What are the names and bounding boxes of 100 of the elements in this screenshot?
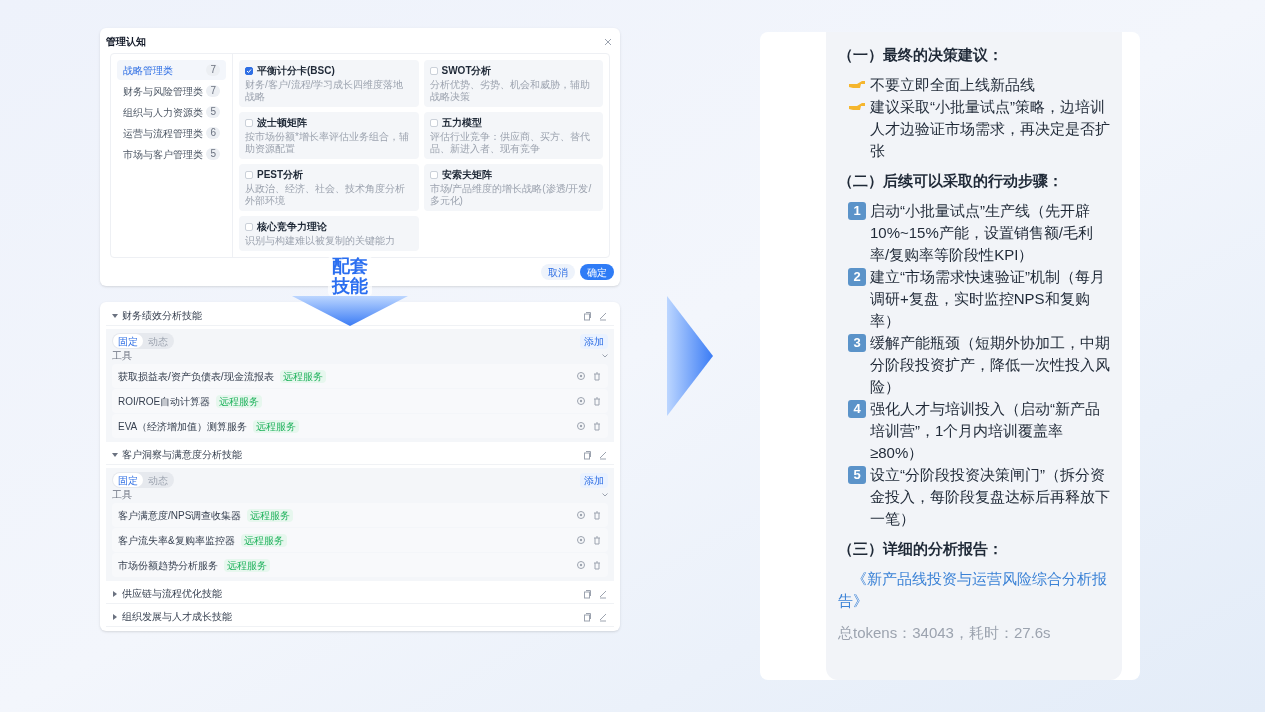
tool-row[interactable]: 获取损益表/资产负债表/现金流报表 远程服务 bbox=[112, 364, 608, 388]
model-name: 波士顿矩阵 bbox=[257, 116, 307, 129]
model-name: SWOT分析 bbox=[441, 64, 492, 77]
service-tag: 远程服务 bbox=[247, 508, 294, 522]
confirm-button[interactable]: 确定 bbox=[580, 264, 614, 280]
tool-row[interactable]: 客户满意度/NPS调查收集器 远程服务 bbox=[112, 503, 608, 527]
tool-row[interactable]: 客户流失率&复购率监控器 远程服务 bbox=[112, 528, 608, 552]
model-name: PEST分析 bbox=[257, 168, 304, 181]
number-badge: 4 bbox=[848, 400, 866, 418]
model-card[interactable]: 波士顿矩阵 按市场份额*增长率评估业务组合，辅助资源配置 bbox=[239, 112, 419, 159]
edit-icon bbox=[598, 611, 608, 622]
tool-name: 市场份额趋势分析服务 bbox=[118, 558, 218, 573]
model-card[interactable]: 安索夫矩阵 市场/产品维度的增长战略(渗透/开发/多元化) bbox=[423, 164, 603, 211]
step-text: 建立“市场需求快速验证”机制（每月调研+复盘，实时监控NPS和复购率） bbox=[870, 267, 1106, 331]
count-badge: 6 bbox=[206, 127, 220, 139]
model-card[interactable]: 平衡计分卡(BSC) 财务/客户/流程/学习成长四维度落地战略 bbox=[239, 60, 419, 107]
model-name: 平衡计分卡(BSC) bbox=[257, 64, 335, 77]
tool-row[interactable]: ROI/ROE自动计算器 远程服务 bbox=[112, 389, 608, 413]
model-card[interactable]: SWOT分析 分析优势、劣势、机会和威胁，辅助战略决策 bbox=[423, 60, 603, 107]
skill-title: 组织发展与人才成长技能 bbox=[122, 610, 232, 624]
section-label: 工具 bbox=[112, 489, 132, 501]
model-name: 核心竞争力理论 bbox=[257, 220, 327, 233]
caret-icon[interactable] bbox=[112, 451, 118, 458]
delete-button[interactable] bbox=[592, 371, 602, 381]
recommendation-text: 不要立即全面上线新品线 bbox=[870, 75, 1035, 95]
count-badge: 7 bbox=[206, 64, 220, 76]
delete-button[interactable] bbox=[592, 421, 602, 431]
copy-button[interactable] bbox=[582, 310, 592, 321]
mode-tab[interactable]: 固定 bbox=[113, 334, 143, 348]
step-text: 强化人才与培训投入（启动“新产品培训营”，1个月内培训覆盖率≥80%） bbox=[870, 399, 1101, 463]
category-item[interactable]: 运营与流程管理类 6 bbox=[117, 123, 226, 143]
copy-icon bbox=[582, 611, 592, 622]
caret-icon[interactable] bbox=[112, 590, 118, 597]
caret-icon[interactable] bbox=[112, 613, 118, 620]
number-badge: 3 bbox=[848, 334, 866, 352]
delete-icon bbox=[592, 396, 602, 406]
chevron-icon bbox=[602, 354, 608, 358]
delete-icon bbox=[592, 371, 602, 381]
service-tag: 远程服务 bbox=[224, 558, 270, 572]
category-label: 市场与客户管理类 bbox=[123, 147, 203, 162]
service-tag: 远程服务 bbox=[279, 369, 326, 383]
chevron-icon bbox=[602, 493, 608, 497]
category-item[interactable]: 组织与人力资源类 5 bbox=[117, 102, 226, 122]
model-description: 识别与构建难以被复制的关键能力 bbox=[245, 235, 396, 247]
cancel-button[interactable]: 取消 bbox=[541, 264, 575, 280]
arrow-right-icon bbox=[667, 296, 713, 416]
caret-icon[interactable] bbox=[112, 312, 118, 319]
number-badge: 5 bbox=[848, 466, 866, 484]
model-description: 市场/产品维度的增长战略(渗透/开发/多元化) bbox=[429, 183, 593, 207]
section-heading: （二）后续可以采取的行动步骤： bbox=[838, 171, 1064, 191]
copy-button[interactable] bbox=[582, 449, 592, 460]
banner-label: 配套 技能 bbox=[328, 256, 372, 296]
category-label: 财务与风险管理类 bbox=[123, 84, 203, 99]
step-text: 缓解产能瓶颈（短期外协加工，中期分阶段投资扩产，降低一次性投入风险） bbox=[870, 333, 1110, 397]
category-label: 组织与人力资源类 bbox=[123, 105, 203, 120]
model-name: 安索夫矩阵 bbox=[441, 168, 492, 181]
report-link[interactable]: 《新产品线投资与运营风险综合分析报告》 bbox=[838, 568, 1110, 612]
category-item[interactable]: 财务与风险管理类 7 bbox=[117, 81, 226, 101]
edit-icon bbox=[598, 588, 608, 599]
delete-button[interactable] bbox=[592, 396, 602, 406]
delete-button[interactable] bbox=[592, 560, 602, 570]
tool-name: 客户满意度/NPS调查收集器 bbox=[118, 508, 242, 523]
copy-button[interactable] bbox=[582, 588, 592, 599]
recommendation-text: 建议采取“小批量试点”策略，边培训人才边验证市场需求，再决定是否扩张 bbox=[870, 97, 1110, 161]
model-card[interactable]: 核心竞争力理论 识别与构建难以被复制的关键能力 bbox=[239, 216, 419, 251]
edit-button[interactable] bbox=[598, 611, 608, 622]
number-badge: 2 bbox=[848, 268, 866, 286]
model-card[interactable]: 五力模型 评估行业竞争：供应商、买方、替代品、新进入者、现有竞争 bbox=[423, 112, 603, 159]
skill-title: 客户洞察与满意度分析技能 bbox=[122, 448, 242, 462]
section-label: 工具 bbox=[112, 350, 132, 362]
checkbox[interactable] bbox=[245, 66, 253, 75]
section-heading: （一）最终的决策建议： bbox=[838, 45, 1004, 65]
tool-row[interactable]: 市场份额趋势分析服务 远程服务 bbox=[112, 553, 608, 577]
close-icon bbox=[604, 37, 612, 46]
copy-icon bbox=[582, 588, 592, 599]
edit-button[interactable] bbox=[598, 588, 608, 599]
category-item[interactable]: 市场与客户管理类 5 bbox=[117, 144, 226, 164]
category-label: 战略管理类 bbox=[123, 63, 173, 78]
edit-button[interactable] bbox=[598, 310, 608, 321]
copy-icon bbox=[582, 449, 592, 460]
tool-name: 客户流失率&复购率监控器 bbox=[118, 533, 235, 548]
model-card[interactable]: PEST分析 从政治、经济、社会、技术角度分析外部环境 bbox=[239, 164, 419, 211]
category-item[interactable]: 战略管理类 7 bbox=[117, 60, 226, 80]
mode-tab[interactable]: 固定 bbox=[113, 473, 143, 487]
count-badge: 5 bbox=[206, 106, 220, 118]
add-button[interactable]: 添加 bbox=[580, 333, 608, 349]
edit-icon bbox=[598, 310, 608, 321]
number-badge: 1 bbox=[848, 202, 866, 220]
count-badge: 5 bbox=[206, 148, 220, 160]
delete-button[interactable] bbox=[592, 535, 602, 545]
category-label: 运营与流程管理类 bbox=[123, 126, 203, 141]
dialog-title: 管理认知 bbox=[106, 35, 146, 49]
tool-row[interactable]: EVA（经济增加值）测算服务 远程服务 bbox=[112, 414, 608, 438]
copy-icon bbox=[582, 310, 592, 321]
count-badge: 7 bbox=[206, 85, 220, 97]
delete-button[interactable] bbox=[592, 510, 602, 520]
add-button[interactable]: 添加 bbox=[580, 472, 608, 488]
tool-name: ROI/ROE自动计算器 bbox=[118, 394, 211, 409]
copy-button[interactable] bbox=[582, 611, 592, 622]
edit-button[interactable] bbox=[598, 449, 608, 460]
